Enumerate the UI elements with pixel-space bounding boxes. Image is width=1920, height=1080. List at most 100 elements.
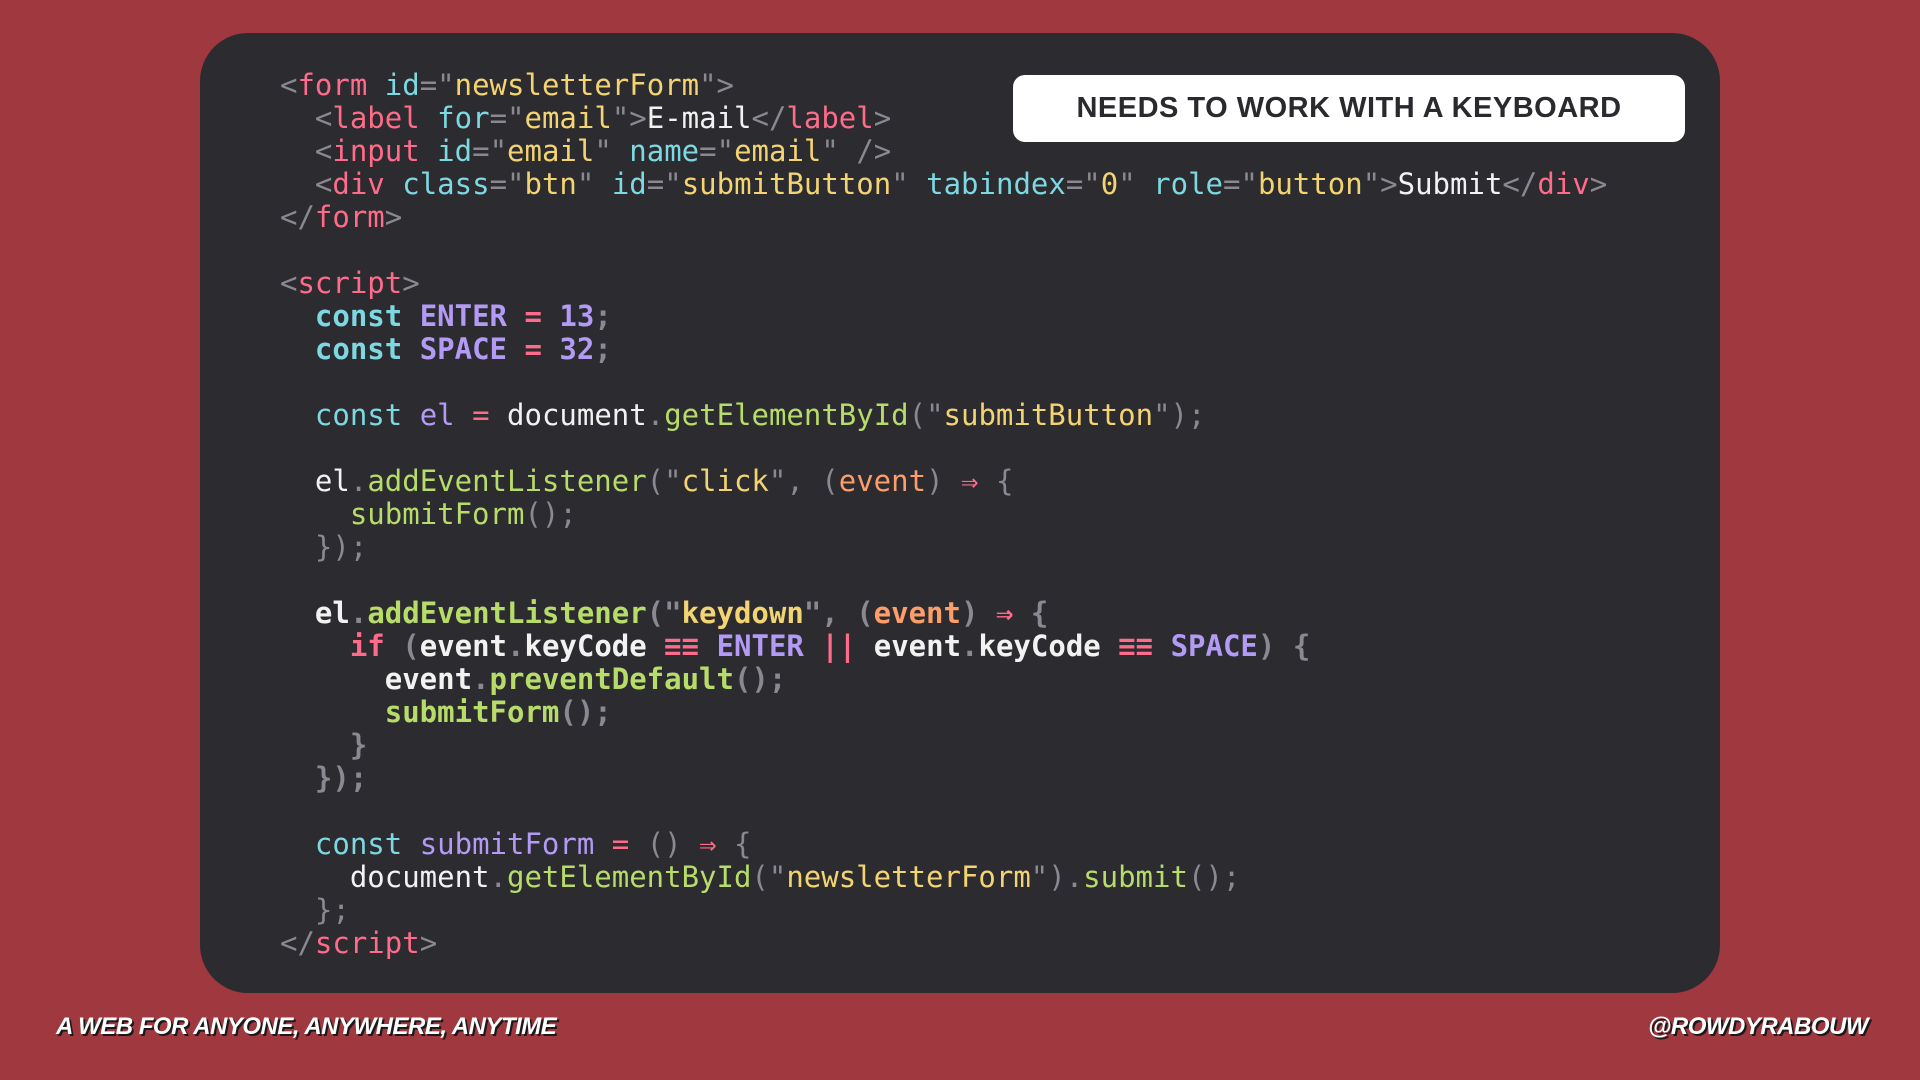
code-line: }; — [280, 894, 1607, 927]
code-token-punct: = — [472, 134, 490, 168]
code-token-punct: . — [961, 629, 979, 663]
code-token-op: || — [821, 629, 857, 663]
code-token-num: 32 — [559, 332, 595, 366]
code-token-attr: role — [1153, 167, 1224, 201]
code-token-tag: input — [332, 134, 420, 168]
code-token-attr: for — [437, 101, 490, 135]
code-token-plain: keyCode — [524, 629, 647, 663]
code-token-str: button — [1257, 167, 1363, 201]
code-token-punct: ) — [960, 596, 979, 630]
code-token-punct: " — [716, 134, 735, 168]
author-handle: @ROWDYRABOUW — [1647, 1013, 1869, 1040]
code-token-tag: script — [297, 266, 403, 300]
code-line: event.preventDefault(); — [280, 663, 1607, 696]
code-token-attr: tabindex — [926, 167, 1066, 201]
code-token-punct: = — [646, 167, 665, 201]
code-line: document.getElementById("newsletterForm"… — [280, 861, 1607, 894]
code-token-fn: submitForm — [384, 695, 560, 729]
code-line: const ENTER = 13; — [280, 300, 1607, 333]
code-token-punct: " — [1240, 167, 1258, 201]
code-token-var: SPACE — [419, 332, 508, 366]
code-token-op: ⇒ — [995, 596, 1014, 630]
code-token-punct: }; — [314, 893, 350, 927]
code-token-punct: </ — [280, 200, 315, 234]
code-token-punct: = — [489, 101, 508, 135]
code-token-punct: "); — [1153, 398, 1206, 432]
code-token-fn: submitForm — [349, 497, 525, 531]
code-token-op: ≡≡ — [664, 629, 700, 663]
code-token-var: ENTER — [419, 299, 508, 333]
code-line: submitForm(); — [280, 498, 1607, 531]
code-token-plain: keyCode — [978, 629, 1101, 663]
code-line: </form> — [280, 201, 1607, 234]
code-token-punct: (); — [559, 695, 612, 729]
code-token-op: ⇒ — [699, 827, 717, 861]
code-token-punct: = — [699, 134, 717, 168]
code-token-tag: label — [786, 101, 874, 135]
code-token-kw: const — [314, 398, 403, 432]
code-line: } — [280, 729, 1607, 762]
code-token-punct: ", ( — [768, 464, 839, 498]
code-token-plain: event — [280, 662, 473, 696]
code-token-attr: id — [384, 68, 420, 102]
code-token-punct: . — [489, 860, 507, 894]
headline-badge: NEEDS TO WORK WITH A KEYBOARD — [1013, 75, 1685, 142]
code-block: <form id="newsletterForm"> <label for="e… — [280, 69, 1607, 960]
code-token-punct: /> — [856, 134, 892, 168]
code-line: <script> — [280, 267, 1607, 300]
code-token-op: = — [524, 299, 542, 333]
code-token-var: submitForm — [419, 827, 595, 861]
code-token-str: keydown — [681, 596, 804, 630]
code-line: const el = document.getElementById("subm… — [280, 399, 1607, 432]
code-token-punct: = — [419, 68, 438, 102]
code-token-fn: getElementById — [506, 860, 752, 894]
code-token-punct: ", ( — [803, 596, 874, 630]
code-token-str: btn — [524, 167, 577, 201]
code-line: const SPACE = 32; — [280, 333, 1607, 366]
code-token-punct: < — [314, 101, 333, 135]
code-token-tag: form — [314, 200, 385, 234]
code-token-punct: . — [349, 596, 368, 630]
code-token-plain: E-mail — [646, 101, 752, 135]
code-token-plain: el — [280, 596, 350, 630]
code-line: el.addEventListener("click", (event) ⇒ { — [280, 465, 1607, 498]
code-token-punct: "). — [1030, 860, 1084, 894]
code-token-if: if — [349, 629, 385, 663]
code-token-fn: preventDefault — [489, 662, 734, 696]
code-token-punct: } — [349, 728, 368, 762]
code-token-punct: < — [280, 266, 298, 300]
code-token-var: ENTER — [716, 629, 804, 663]
code-token-attr: id — [437, 134, 473, 168]
code-token-punct: " — [507, 101, 525, 135]
